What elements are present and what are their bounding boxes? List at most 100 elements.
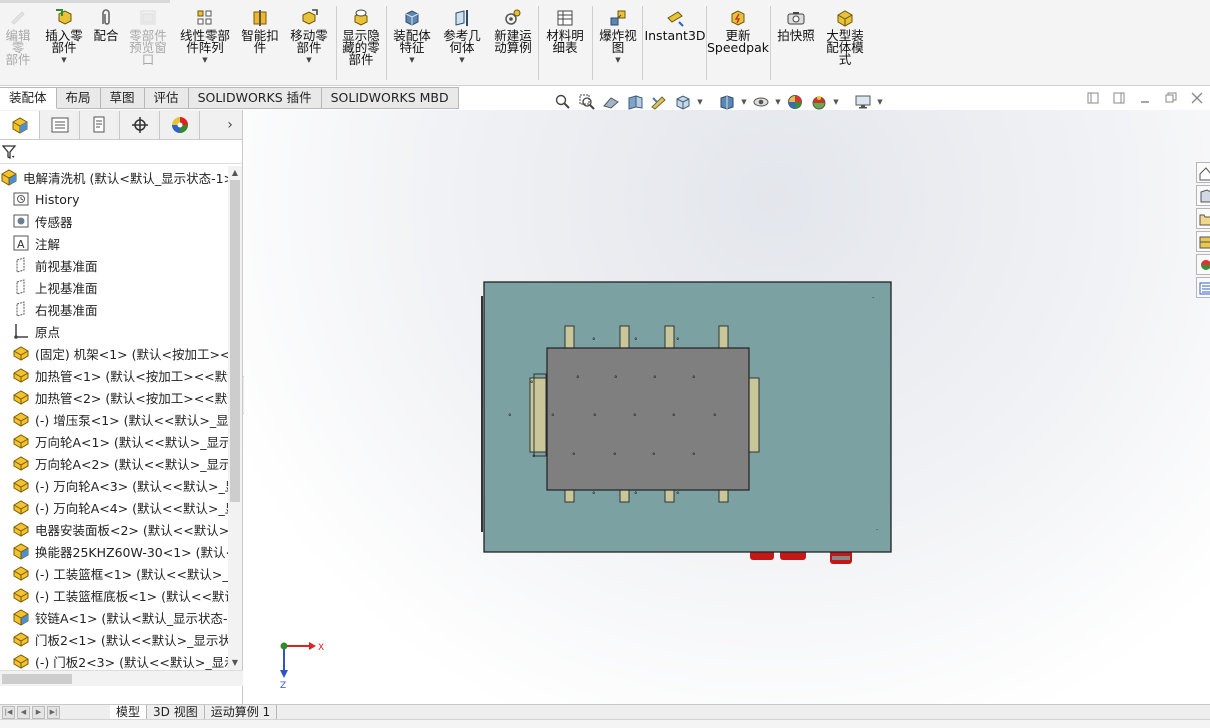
view-settings-monitor-icon[interactable]	[852, 92, 874, 112]
tree-item[interactable]: 加热管<1> (默认<按加工><<默认>_	[0, 364, 228, 386]
tree-item[interactable]: 换能器25KHZ60W-30<1> (默认<默	[0, 540, 228, 562]
view-orientation-dropdown-icon[interactable]: ▼	[696, 98, 704, 106]
ribbon-button[interactable]: 插入零 部件 ▼	[42, 8, 86, 82]
configurationmanager-tab[interactable]	[80, 110, 120, 139]
tree-item[interactable]: A 注解	[0, 232, 228, 254]
ribbon-button[interactable]: 显示隐 藏的零 部件	[338, 8, 384, 82]
tree-item[interactable]: 门板2<1> (默认<<默认>_显示状态	[0, 628, 228, 650]
tree-item[interactable]: (-) 门板2<3> (默认<<默认>_显示状	[0, 650, 228, 670]
close-icon[interactable]	[1190, 92, 1204, 106]
tree-item[interactable]: 传感器	[0, 210, 228, 232]
scroll-thumb[interactable]	[230, 180, 240, 502]
view-orientation-icon[interactable]	[672, 92, 694, 112]
section-view-icon[interactable]	[624, 92, 646, 112]
last-tab-icon[interactable]: ▶|	[47, 705, 60, 719]
zoom-to-fit-icon[interactable]	[552, 92, 574, 112]
displaymanager-tab[interactable]	[160, 110, 200, 139]
command-tab[interactable]: SOLIDWORKS 插件	[188, 87, 322, 109]
ribbon-button[interactable]: 装配体 特征 ▼	[390, 8, 434, 82]
ribbon-button[interactable]: 新建运 动算例	[490, 8, 536, 82]
featuremanager-tab[interactable]	[0, 110, 40, 139]
tree-item[interactable]: (-) 增压泵<1> (默认<<默认>_显示状	[0, 408, 228, 430]
task-pane-home-icon[interactable]	[1196, 162, 1210, 183]
apply-scene-icon[interactable]	[808, 92, 830, 112]
tree-item[interactable]: 前视基准面	[0, 254, 228, 276]
assembly-model-view[interactable]: ° ° ° ° ° ° ° ° ° ° ° ° ° ° ° ° ° ° ° ° ° ° · ·	[480, 278, 892, 568]
command-tab[interactable]: 评估	[144, 87, 189, 109]
task-pane-view-palette-icon[interactable]	[1196, 231, 1210, 252]
tree-horizontal-scrollbar[interactable]	[0, 670, 243, 686]
tree-item[interactable]: History	[0, 188, 228, 210]
tree-item[interactable]: (-) 工装篮框<1> (默认<<默认>_显示	[0, 562, 228, 584]
dimxpert-tab[interactable]	[120, 110, 160, 139]
ribbon-button[interactable]: 材料明 细表	[542, 8, 588, 82]
propertymanager-tab[interactable]	[40, 110, 80, 139]
scroll-down-arrow-icon[interactable]: ▼	[228, 656, 242, 670]
bottom-tab[interactable]: 模型	[110, 704, 148, 720]
ribbon-button[interactable]: 大型装 配体模 式	[822, 8, 868, 82]
next-tab-icon[interactable]: ▶	[32, 705, 45, 719]
ribbon-button[interactable]: 智能扣 件	[238, 8, 282, 82]
tree-item[interactable]: 万向轮A<1> (默认<<默认>_显示状	[0, 430, 228, 452]
ribbon-button[interactable]: 参考几 何体 ▼	[440, 8, 484, 82]
previous-view-icon[interactable]	[600, 92, 622, 112]
apply-scene-dropdown-icon[interactable]: ▼	[832, 98, 840, 106]
display-style-icon[interactable]	[716, 92, 738, 112]
tree-root-item[interactable]: 电解清洗机 (默认<默认_显示状态-1>)	[0, 166, 228, 188]
tree-item[interactable]: 原点	[0, 320, 228, 342]
hide-show-dropdown-icon[interactable]: ▼	[774, 98, 782, 106]
ribbon-button[interactable]: 移动零 部件 ▼	[286, 8, 332, 82]
tree-item[interactable]: (-) 万向轮A<3> (默认<<默认>_显示	[0, 474, 228, 496]
ribbon-button[interactable]: 拍快照	[774, 8, 818, 82]
tree-item[interactable]: 上视基准面	[0, 276, 228, 298]
ribbon-dropdown-arrow-icon[interactable]: ▼	[409, 56, 414, 64]
task-pane-appearances-icon[interactable]	[1196, 254, 1210, 275]
graphics-area[interactable]: ° ° ° ° ° ° ° ° ° ° ° ° ° ° ° ° ° ° ° ° ° ° · · X Z	[244, 110, 1210, 704]
ribbon-dropdown-arrow-icon[interactable]: ▼	[61, 56, 66, 64]
minimize-icon[interactable]	[1138, 92, 1152, 106]
bottom-tab[interactable]: 运动算例 1	[205, 704, 278, 720]
horizontal-scroll-thumb[interactable]	[2, 674, 72, 684]
command-tab[interactable]: 布局	[56, 87, 101, 109]
ribbon-button[interactable]: 线性零部 件阵列 ▼	[176, 8, 234, 82]
filter-funnel-icon[interactable]	[1, 144, 18, 163]
edit-appearance-icon[interactable]	[784, 92, 806, 112]
tile-right-icon[interactable]	[1112, 92, 1126, 106]
ribbon-button[interactable]: 零部件 预览窗 口	[126, 8, 170, 82]
ribbon-button[interactable]: 配合	[90, 8, 122, 82]
task-pane-file-explorer-icon[interactable]	[1196, 208, 1210, 229]
view-settings-dropdown-icon[interactable]: ▼	[876, 98, 884, 106]
zoom-to-area-icon[interactable]	[576, 92, 598, 112]
ribbon-button[interactable]: 编辑零 部件	[0, 8, 36, 82]
tree-item[interactable]: 加热管<2> (默认<按加工><<默认>_	[0, 386, 228, 408]
task-pane-design-library-icon[interactable]	[1196, 185, 1210, 206]
tree-item[interactable]: (固定) 机架<1> (默认<按加工><<默	[0, 342, 228, 364]
prev-tab-icon[interactable]: ◀	[17, 705, 30, 719]
dynamic-annotation-icon[interactable]	[648, 92, 670, 112]
command-tab[interactable]: 装配体	[0, 87, 57, 109]
ribbon-button[interactable]: Instant3D	[644, 8, 706, 82]
ribbon-dropdown-arrow-icon[interactable]: ▼	[202, 56, 207, 64]
tree-item[interactable]: (-) 万向轮A<4> (默认<<默认>_显示	[0, 496, 228, 518]
tile-left-icon[interactable]	[1086, 92, 1100, 106]
ribbon-dropdown-arrow-icon[interactable]: ▼	[306, 56, 311, 64]
ribbon-dropdown-arrow-icon[interactable]: ▼	[459, 56, 464, 64]
tree-item[interactable]: 电器安装面板<2> (默认<<默认>_显	[0, 518, 228, 540]
ribbon-button[interactable]: 爆炸视 图 ▼	[596, 8, 640, 82]
command-tab[interactable]: 草图	[100, 87, 145, 109]
hide-show-items-icon[interactable]	[750, 92, 772, 112]
tree-item[interactable]: (-) 工装篮框底板<1> (默认<<默认>_	[0, 584, 228, 606]
first-tab-icon[interactable]: |◀	[2, 705, 15, 719]
task-pane-custom-properties-icon[interactable]	[1196, 277, 1210, 298]
tree-item[interactable]: 万向轮A<2> (默认<<默认>_显示状	[0, 452, 228, 474]
panel-tabs-next-icon[interactable]: ›	[220, 117, 240, 133]
tree-item[interactable]: 右视基准面	[0, 298, 228, 320]
display-style-dropdown-icon[interactable]: ▼	[740, 98, 748, 106]
tree-vertical-scrollbar[interactable]: ▲ ▼	[228, 166, 242, 670]
ribbon-dropdown-arrow-icon[interactable]: ▼	[615, 56, 620, 64]
restore-icon[interactable]	[1164, 92, 1178, 106]
command-tab[interactable]: SOLIDWORKS MBD	[321, 87, 459, 109]
scroll-up-arrow-icon[interactable]: ▲	[228, 166, 242, 180]
bottom-tab[interactable]: 3D 视图	[147, 704, 205, 720]
ribbon-button[interactable]: 更新 Speedpak	[707, 8, 769, 82]
